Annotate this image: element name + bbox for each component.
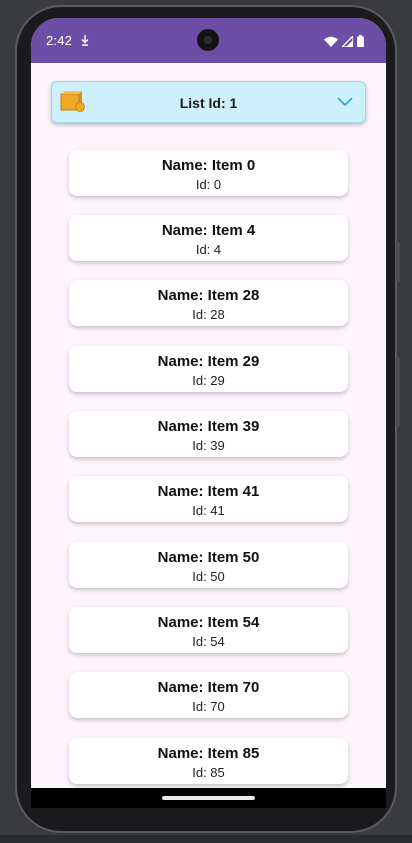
list-item[interactable]: Name: Item 85 Id: 85 xyxy=(69,738,348,784)
item-name: Name: Item 54 xyxy=(157,614,260,631)
bottom-strip xyxy=(0,835,412,843)
volume-button xyxy=(396,357,400,427)
item-id: Id: 54 xyxy=(192,634,225,649)
item-name: Name: Item 85 xyxy=(157,745,260,762)
item-id: Id: 41 xyxy=(192,503,225,518)
item-id: Id: 0 xyxy=(195,177,222,192)
list-item[interactable]: Name: Item 41 Id: 41 xyxy=(69,476,348,522)
list-item[interactable]: Name: Item 4 Id: 4 xyxy=(69,215,348,261)
list-item[interactable]: Name: Item 70 Id: 70 xyxy=(69,672,348,718)
item-id: Id: 85 xyxy=(192,765,225,780)
content-layer: List Id: 1 Name: Item 0 Id: 0 Name: Item… xyxy=(31,0,386,788)
item-name: Name: Item 4 xyxy=(161,222,256,239)
power-button xyxy=(396,242,400,282)
list-item[interactable]: Name: Item 28 Id: 28 xyxy=(69,280,348,326)
item-id: Id: 28 xyxy=(192,307,225,322)
item-name: Name: Item 29 xyxy=(157,353,260,370)
list-id-dropdown[interactable]: List Id: 1 xyxy=(51,81,366,123)
item-name: Name: Item 28 xyxy=(157,287,260,304)
home-gesture-handle[interactable] xyxy=(162,796,255,800)
list-item[interactable]: Name: Item 29 Id: 29 xyxy=(69,346,348,392)
item-id: Id: 4 xyxy=(195,242,222,257)
dropdown-label: List Id: 1 xyxy=(179,95,238,111)
item-name: Name: Item 39 xyxy=(157,418,260,435)
item-id: Id: 70 xyxy=(192,699,225,714)
item-name: Name: Item 50 xyxy=(157,549,260,566)
item-id: Id: 50 xyxy=(192,569,225,584)
item-id: Id: 39 xyxy=(192,438,225,453)
item-name: Name: Item 70 xyxy=(157,679,260,696)
list-item[interactable]: Name: Item 0 Id: 0 xyxy=(69,150,348,196)
item-id: Id: 29 xyxy=(192,373,225,388)
list-item[interactable]: Name: Item 54 Id: 54 xyxy=(69,607,348,653)
list-item[interactable]: Name: Item 50 Id: 50 xyxy=(69,542,348,588)
item-name: Name: Item 0 xyxy=(161,157,256,174)
chevron-down-icon[interactable] xyxy=(337,94,353,113)
item-name: Name: Item 41 xyxy=(157,483,260,500)
list-item[interactable]: Name: Item 39 Id: 39 xyxy=(69,411,348,457)
navigation-bar xyxy=(31,788,386,808)
